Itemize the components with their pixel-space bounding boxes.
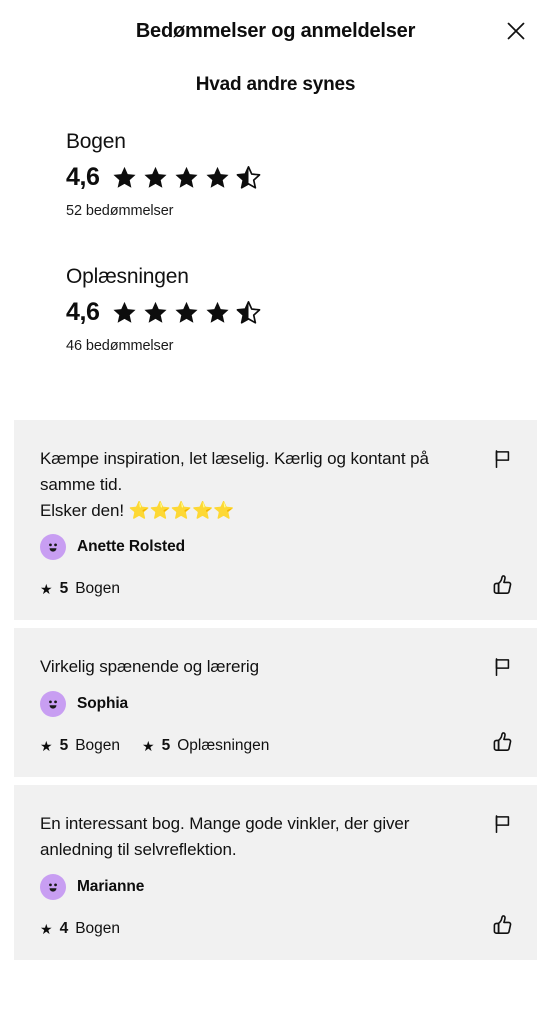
close-button[interactable] [499, 14, 533, 48]
emoji-star-rating: ⭐⭐⭐⭐⭐ [128, 500, 235, 520]
reviewer-name: Marianne [77, 877, 145, 895]
rating-block-bogen: Bogen 4,6 52 bedømmelser [0, 130, 551, 219]
star-icon: ★ [40, 738, 53, 755]
like-button[interactable] [485, 725, 519, 759]
thumbs-up-icon [490, 573, 514, 597]
flag-icon [491, 656, 513, 678]
score-chip: ★ 5 Bogen [40, 580, 120, 598]
score-value: 5 [161, 737, 171, 755]
ratings-summary: Bogen 4,6 52 bedømmelser Oplæsningen 4,6… [0, 96, 551, 354]
report-button[interactable] [485, 650, 519, 684]
review-list: Kæmpe inspiration, let læselig. Kærlig o… [0, 420, 551, 960]
rating-count: 52 bedømmelser [66, 203, 174, 219]
avatar [40, 691, 66, 718]
score-value: 5 [59, 737, 69, 755]
reviewer: Anette Rolsted [40, 534, 511, 561]
review-card: Kæmpe inspiration, let læselig. Kærlig o… [14, 420, 537, 621]
score-chip: ★ 5 Bogen [40, 737, 120, 755]
smiley-avatar-icon [44, 878, 62, 896]
star-rating [112, 300, 261, 325]
reviews-screen: Bedømmelser og anmeldelser Hvad andre sy… [0, 0, 551, 1024]
thumbs-up-icon [490, 730, 514, 754]
rating-score: 4,6 [66, 163, 100, 191]
smiley-avatar-icon [44, 538, 62, 556]
half-star-icon [236, 165, 261, 190]
reviewer: Sophia [40, 691, 511, 718]
score-label: Bogen [75, 737, 121, 755]
avatar [40, 873, 66, 900]
header: Bedømmelser og anmeldelser [0, 0, 551, 62]
score-value: 4 [59, 919, 69, 937]
flag-icon [491, 448, 513, 470]
score-chip: ★ 5 Oplæsningen [142, 737, 269, 755]
rating-row: 4,6 [66, 298, 551, 327]
star-icon: ★ [40, 920, 53, 937]
star-icon [143, 165, 168, 190]
star-icon [174, 165, 199, 190]
star-icon [205, 300, 230, 325]
reviewer-name: Sophia [77, 695, 129, 713]
half-star-icon [236, 300, 261, 325]
section-subtitle: Hvad andre synes [195, 74, 356, 95]
star-icon [205, 165, 230, 190]
rating-row: 4,6 [66, 163, 551, 192]
star-icon [174, 300, 199, 325]
score-value: 5 [59, 580, 69, 598]
review-card: En interessant bog. Mange gode vinkler, … [14, 785, 537, 960]
review-card: Virkelig spænende og lærerig Sophia ★ 5 … [14, 628, 537, 778]
rating-label: Bogen [66, 130, 126, 153]
rating-count: 46 bedømmelser [66, 338, 174, 354]
reviewer-name: Anette Rolsted [77, 538, 185, 556]
review-text: Virkelig spænende og lærerig [40, 654, 511, 680]
review-body: En interessant bog. Mange gode vinkler, … [40, 814, 410, 860]
like-button[interactable] [485, 568, 519, 602]
close-icon [505, 20, 527, 42]
review-scores: ★ 5 Bogen [40, 580, 511, 598]
reviewer: Marianne [40, 873, 511, 900]
like-button[interactable] [485, 908, 519, 942]
rating-block-oplaesningen: Oplæsningen 4,6 46 bedømmelser [0, 265, 551, 354]
avatar [40, 534, 66, 561]
report-button[interactable] [485, 807, 519, 841]
score-chip: ★ 4 Bogen [40, 920, 120, 938]
star-rating [112, 165, 261, 190]
star-icon [143, 300, 168, 325]
rating-label: Oplæsningen [66, 265, 189, 288]
score-label: Bogen [75, 919, 121, 937]
report-button[interactable] [485, 442, 519, 476]
review-text: Kæmpe inspiration, let læselig. Kærlig o… [40, 446, 511, 523]
page-title: Bedømmelser og anmeldelser [135, 19, 416, 42]
star-icon [112, 165, 137, 190]
rating-score: 4,6 [66, 298, 100, 326]
star-icon [112, 300, 137, 325]
star-icon: ★ [142, 738, 155, 755]
score-label: Bogen [75, 580, 121, 598]
review-text: En interessant bog. Mange gode vinkler, … [40, 811, 511, 863]
review-body: Virkelig spænende og lærerig [40, 657, 259, 677]
review-body: Kæmpe inspiration, let læselig. Kærlig o… [40, 449, 429, 520]
flag-icon [491, 813, 513, 835]
smiley-avatar-icon [44, 695, 62, 713]
thumbs-up-icon [490, 913, 514, 937]
review-scores: ★ 4 Bogen [40, 920, 511, 938]
review-scores: ★ 5 Bogen ★ 5 Oplæsningen [40, 737, 511, 755]
star-icon: ★ [40, 581, 53, 598]
score-label: Oplæsningen [177, 737, 270, 755]
